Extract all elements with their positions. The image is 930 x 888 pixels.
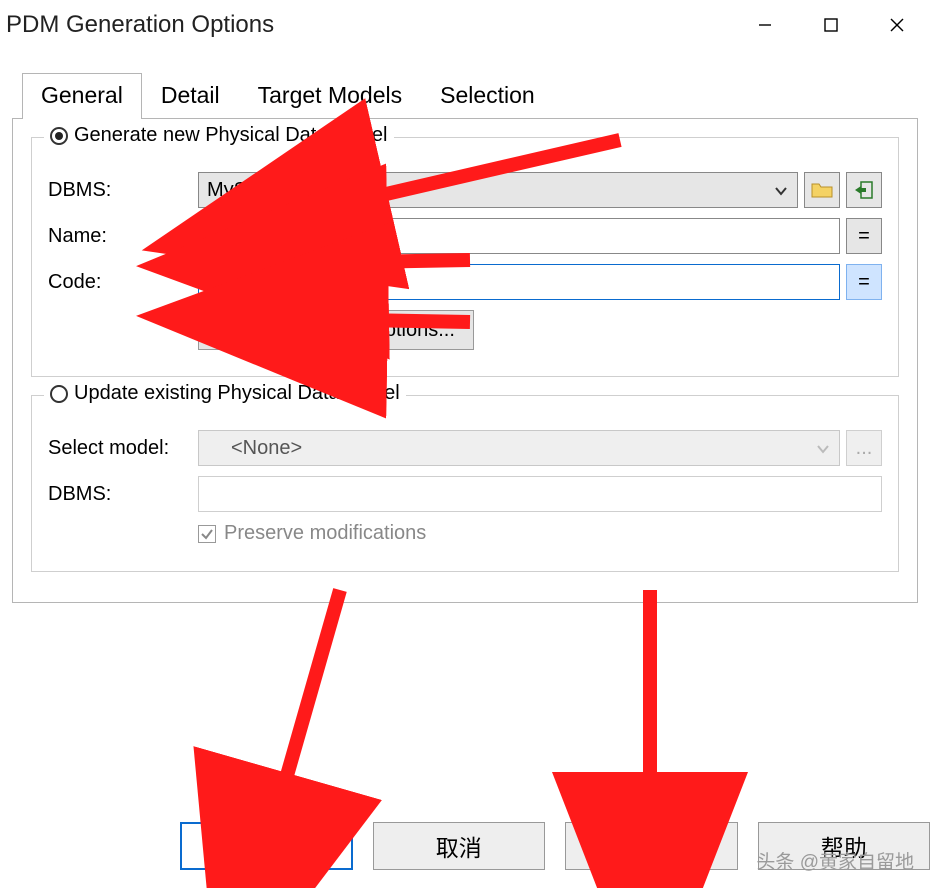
tab-detail[interactable]: Detail [142, 73, 239, 119]
tab-selection[interactable]: Selection [421, 73, 554, 119]
title-bar: PDM Generation Options [0, 0, 930, 50]
generate-new-label: Generate new Physical Data Model [74, 124, 388, 147]
code-input[interactable]: 物理模型1 [198, 264, 840, 300]
configure-model-options-button[interactable]: Configure Model Options... [198, 310, 474, 350]
select-model-value: <None> [207, 437, 302, 460]
tab-strip: General Detail Target Models Selection [22, 72, 930, 118]
group-update-existing-legend[interactable]: Update existing Physical Data Model [44, 382, 406, 405]
dbms-value: MySQL 5.0 [207, 179, 306, 202]
code-label: Code: [48, 271, 198, 294]
update-dbms-label: DBMS: [48, 483, 198, 506]
group-generate-new-legend[interactable]: Generate new Physical Data Model [44, 124, 394, 147]
dbms-label: DBMS: [48, 179, 198, 202]
minimize-button[interactable] [732, 0, 798, 50]
import-button[interactable] [846, 172, 882, 208]
text-caret [299, 271, 300, 293]
select-model-combo[interactable]: <None> [198, 430, 840, 466]
maximize-button[interactable] [798, 0, 864, 50]
name-sync-button[interactable]: = [846, 218, 882, 254]
folder-button[interactable] [804, 172, 840, 208]
update-dbms-input [198, 476, 882, 512]
watermark: 头条 @黄家自留地 [756, 847, 914, 874]
chevron-down-icon [773, 182, 789, 198]
radio-update-existing[interactable] [50, 385, 68, 403]
name-input[interactable]: 物理模型1 [198, 218, 840, 254]
tab-target-models[interactable]: Target Models [239, 73, 421, 119]
name-label: Name: [48, 225, 198, 248]
radio-generate-new[interactable] [50, 127, 68, 145]
dbms-combo[interactable]: MySQL 5.0 [198, 172, 798, 208]
group-update-existing: Update existing Physical Data Model Sele… [31, 395, 899, 572]
ok-button[interactable]: 确定 [180, 822, 353, 870]
tab-general[interactable]: General [22, 73, 142, 119]
browse-model-button[interactable]: ... [846, 430, 882, 466]
group-generate-new: Generate new Physical Data Model DBMS: M… [31, 137, 899, 377]
tab-page-general: Generate new Physical Data Model DBMS: M… [12, 118, 918, 603]
cancel-button[interactable]: 取消 [373, 822, 545, 870]
window-title: PDM Generation Options [6, 11, 274, 39]
window-controls [732, 0, 930, 50]
update-existing-label: Update existing Physical Data Model [74, 382, 400, 405]
select-model-label: Select model: [48, 437, 198, 460]
code-sync-button[interactable]: = [846, 264, 882, 300]
chevron-down-icon [815, 440, 831, 456]
preserve-modifications-label: Preserve modifications [224, 522, 426, 545]
preserve-modifications-checkbox[interactable] [198, 525, 216, 543]
apply-button[interactable]: 应用(A) [565, 822, 737, 870]
close-button[interactable] [864, 0, 930, 50]
